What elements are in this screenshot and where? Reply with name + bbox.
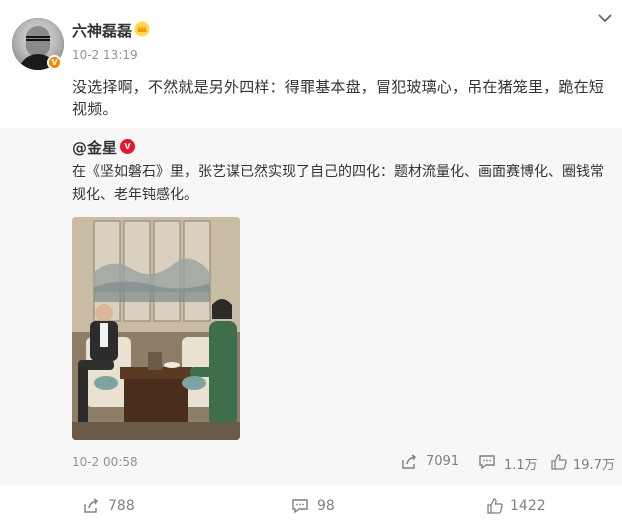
post-text: 没选择啊，不然就是另外四样：得罪基本盘，冒犯玻璃心，吊在猪笼里，跪在短视频。: [72, 78, 605, 118]
post-timestamp[interactable]: 10-2 13:19: [72, 48, 138, 62]
repost-comment-count: 1.1万: [504, 458, 538, 473]
comment-icon: [479, 455, 495, 470]
repost-timestamp[interactable]: 10-2 00:58: [72, 455, 138, 469]
comment-button[interactable]: 98: [291, 497, 351, 515]
repost-text: 在《坚如磐石》里，张艺谋已然实现了自己的四化：题材流量化、画面赛博化、圈钱常规化…: [72, 164, 604, 203]
share-icon: [402, 454, 416, 469]
chevron-down-icon[interactable]: [597, 12, 613, 24]
crown-icon: [134, 21, 150, 37]
repost-verified-icon: V: [120, 139, 135, 154]
share-icon: [84, 498, 98, 513]
repost-comment-stat[interactable]: 1.1万: [478, 453, 538, 473]
thumbs-up-icon: [487, 498, 503, 514]
repost-photo[interactable]: [72, 217, 240, 440]
comment-icon: [292, 499, 308, 514]
repost-share-stat[interactable]: 7091: [400, 453, 460, 471]
repost-like-stat[interactable]: 19.7万: [550, 453, 618, 473]
weibo-post-card: V 六神磊磊 10-2 13:19 没选择啊，不然就是另外四样：得罪基本盘，冒犯…: [0, 0, 622, 525]
share-count: 788: [108, 498, 135, 514]
verified-badge-icon: V: [47, 55, 62, 70]
repost-author-name[interactable]: @金星: [72, 137, 117, 158]
comment-count: 98: [317, 498, 335, 514]
repost-like-count: 19.7万: [573, 458, 615, 473]
thumbs-up-icon: [551, 454, 567, 470]
repost-share-count: 7091: [426, 454, 460, 469]
like-button[interactable]: 1422: [486, 497, 556, 515]
share-button[interactable]: 788: [82, 497, 152, 515]
author-name[interactable]: 六神磊磊: [72, 20, 132, 41]
like-count: 1422: [510, 498, 546, 514]
